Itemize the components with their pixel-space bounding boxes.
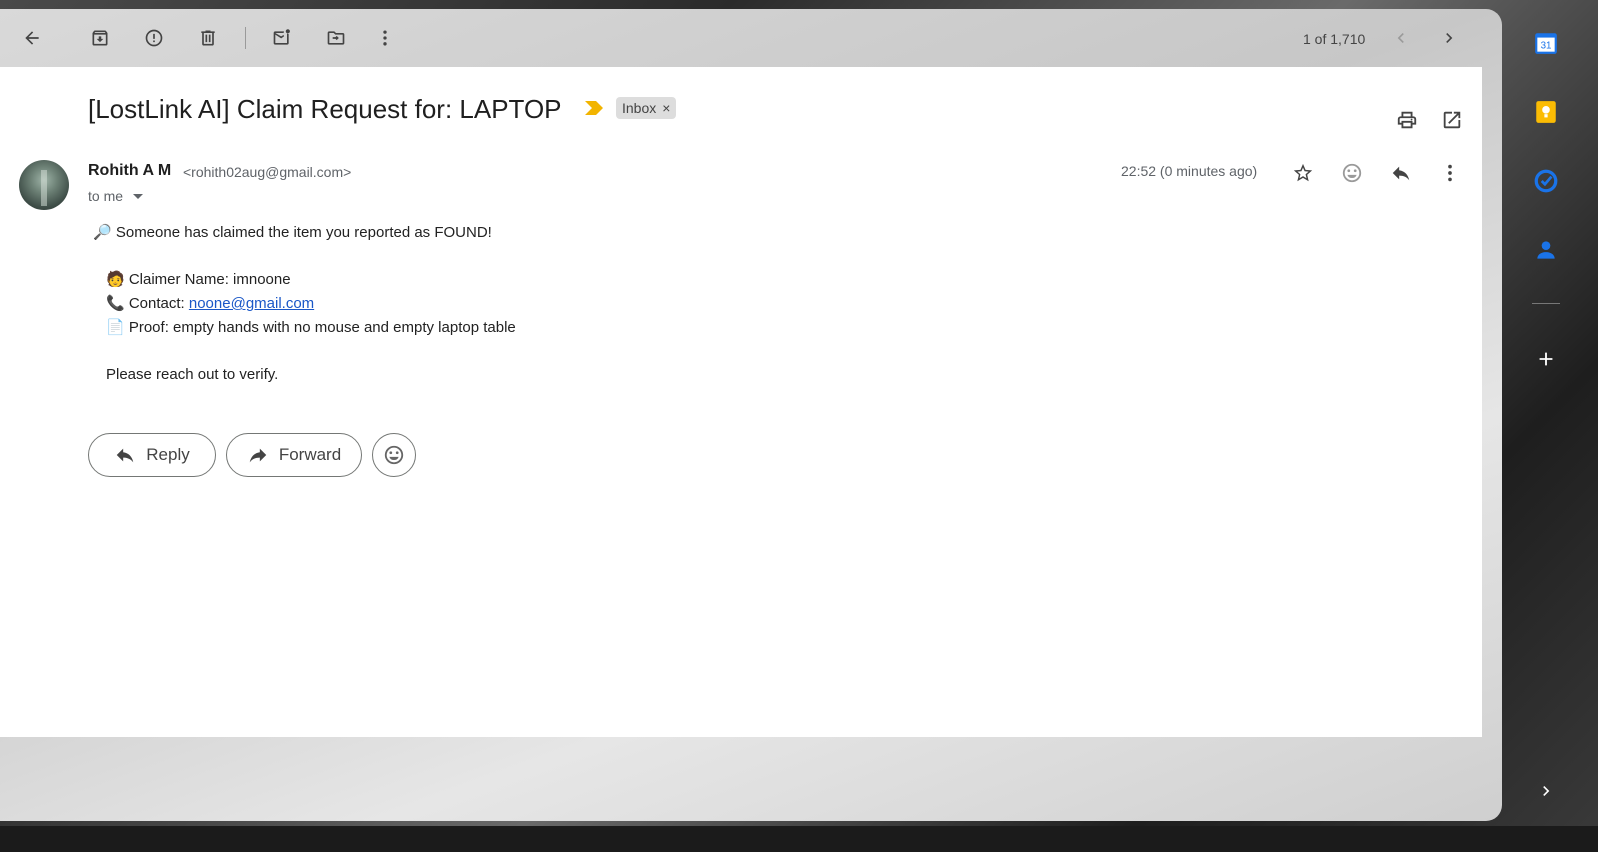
keep-app-button[interactable] <box>1527 93 1565 131</box>
message-more-button[interactable] <box>1437 160 1463 186</box>
more-options-button[interactable] <box>370 23 400 53</box>
arrow-left-icon <box>25 31 39 45</box>
older-button[interactable] <box>1434 23 1464 53</box>
calendar-app-button[interactable]: 31 <box>1527 24 1565 62</box>
body-proof: 📄 Proof: empty hands with no mouse and e… <box>106 319 516 336</box>
mark-unread-button[interactable] <box>267 23 297 53</box>
body-claimer: 🧑 Claimer Name: imnoone <box>106 271 291 288</box>
chevron-left-icon <box>1397 33 1404 43</box>
reply-icon-button[interactable] <box>1388 160 1414 186</box>
contact-prefix: 📞 Contact: <box>106 295 189 312</box>
delete-button[interactable] <box>193 23 223 53</box>
reply-icon <box>117 448 134 463</box>
taskbar-strip <box>0 826 1598 852</box>
side-panel: 31 <box>1510 0 1598 852</box>
open-in-new-window-button[interactable] <box>1439 107 1465 133</box>
print-button[interactable] <box>1394 107 1420 133</box>
remove-label-button[interactable]: × <box>662 100 670 116</box>
tasks-icon <box>1534 169 1558 193</box>
back-button[interactable] <box>17 23 47 53</box>
star-button[interactable] <box>1290 160 1316 186</box>
sender-avatar[interactable] <box>19 160 69 210</box>
contact-email-link[interactable]: noone@gmail.com <box>189 295 314 312</box>
message-pane: [LostLink AI] Claim Request for: LAPTOP … <box>0 67 1482 737</box>
plus-icon <box>1539 352 1553 366</box>
archive-icon <box>92 30 108 46</box>
star-icon <box>1293 163 1313 182</box>
importance-marker-icon[interactable] <box>585 101 603 115</box>
email-subject: [LostLink AI] Claim Request for: LAPTOP <box>88 94 562 124</box>
contacts-icon <box>1537 241 1555 259</box>
keep-icon <box>1536 101 1556 123</box>
more-vert-icon <box>1448 164 1452 182</box>
folder-move-icon <box>327 31 345 45</box>
sender-email: <rohith02aug@gmail.com> <box>183 164 352 180</box>
mark-unread-icon <box>273 29 290 45</box>
print-icon <box>1397 111 1417 129</box>
email-window: 1 of 1,710 [LostLink AI] Claim Request f… <box>0 9 1502 821</box>
contacts-app-button[interactable] <box>1527 231 1565 269</box>
recipient-label: to me <box>88 188 124 204</box>
toolbar: 1 of 1,710 <box>0 9 1502 67</box>
emoji-reaction-button[interactable] <box>372 433 416 477</box>
chevron-right-icon <box>1446 33 1453 43</box>
report-spam-button[interactable] <box>139 23 169 53</box>
body-closing: Please reach out to verify. <box>106 366 279 383</box>
emoji-icon <box>384 445 404 465</box>
body-contact: 📞 Contact: noone@gmail.com <box>93 292 516 316</box>
emoji-icon <box>1342 163 1362 183</box>
caret-down-icon <box>133 193 144 199</box>
email-timestamp: 22:52 (0 minutes ago) <box>1121 163 1258 179</box>
reply-button[interactable]: Reply <box>88 433 216 477</box>
move-to-button[interactable] <box>321 23 351 53</box>
recipient-details-toggle[interactable]: to me <box>88 188 144 204</box>
forward-label: Forward <box>278 445 342 464</box>
inbox-label-text: Inbox <box>622 100 657 116</box>
calendar-icon: 31 <box>1535 33 1557 54</box>
more-vert-icon <box>383 30 387 46</box>
trash-icon <box>201 30 215 46</box>
report-icon <box>145 29 163 47</box>
get-addons-button[interactable] <box>1527 340 1565 378</box>
reply-label: Reply <box>146 445 190 464</box>
toolbar-divider <box>245 27 246 49</box>
calendar-day: 31 <box>1541 40 1552 51</box>
side-panel-divider <box>1532 303 1560 304</box>
add-reaction-button[interactable] <box>1339 160 1365 186</box>
show-side-panel-button[interactable] <box>1527 772 1565 810</box>
forward-button[interactable]: Forward <box>226 433 362 477</box>
archive-button[interactable] <box>85 23 115 53</box>
newer-button[interactable] <box>1386 23 1416 53</box>
reply-icon <box>1392 166 1410 181</box>
email-body: 🔎 Someone has claimed the item you repor… <box>93 221 516 387</box>
body-intro: 🔎 Someone has claimed the item you repor… <box>93 224 492 241</box>
tasks-app-button[interactable] <box>1527 162 1565 200</box>
message-counter: 1 of 1,710 <box>1303 31 1366 47</box>
forward-icon <box>249 448 267 463</box>
open-in-new-icon <box>1443 111 1461 129</box>
sender-name[interactable]: Rohith A M <box>88 162 171 180</box>
chevron-right-icon <box>1543 786 1550 796</box>
inbox-label: Inbox × <box>616 97 677 119</box>
